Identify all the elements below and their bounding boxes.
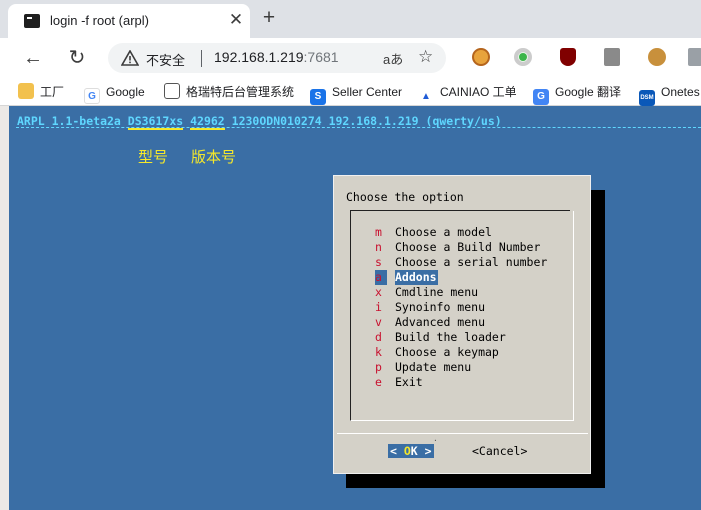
google-translate-icon: G (533, 89, 549, 105)
tampermonkey-extension-icon[interactable] (472, 48, 490, 66)
browser-tab[interactable]: login -f root (arpl) ✕ (8, 4, 250, 38)
annotation-build: 版本号 (191, 148, 237, 166)
bookmark-item[interactable]: DSM Onetes (639, 82, 700, 106)
bookmark-item[interactable]: S Seller Center (310, 82, 403, 105)
ok-hotkey: O (403, 444, 411, 458)
cainiao-icon: ▲ (418, 89, 434, 105)
terminal-icon (24, 14, 40, 28)
menu-item-hotkey: n (375, 240, 382, 254)
dsm-icon: DSM (639, 90, 655, 106)
ok-button[interactable]: < OK > (388, 444, 434, 458)
menu-item-hotkey: m (375, 225, 382, 239)
bookmark-item[interactable]: 格瑞特后台管理系统 (164, 82, 294, 102)
reload-button[interactable]: ↻ (64, 45, 90, 71)
back-button[interactable]: ← (20, 45, 46, 71)
scroll-indicator: . (433, 434, 438, 443)
folder-icon (18, 83, 34, 99)
button-divider (337, 433, 588, 434)
bookmarks-bar: 工厂 G Google 格瑞特后台管理系统 S Seller Center ▲ CAI… (0, 78, 701, 106)
annotation-model: 型号 (138, 148, 169, 166)
bookmark-label: Seller Center (332, 85, 403, 99)
menu-item-label: Choose a serial number (395, 255, 548, 269)
google-icon: G (84, 88, 100, 104)
not-secure-label[interactable]: 不安全 (146, 50, 185, 69)
menu-item-label: Advanced menu (395, 315, 486, 329)
address-bar[interactable]: 不安全 192.168.1.219:7681 aあ ☆ (108, 43, 446, 73)
bookmark-label: CAINIAO 工单 (440, 85, 517, 99)
bookmark-label: Onetes (661, 85, 700, 99)
menu-item-hotkey: a (375, 270, 387, 285)
url-text[interactable]: 192.168.1.219:7681 (214, 49, 339, 65)
menu-item-label: Exit (395, 375, 423, 389)
menu-item-hotkey: d (375, 330, 382, 344)
menu-box: m Choose a model n Choose a Build Number s Ch… (350, 211, 574, 443)
header-prefix: ARPL 1.1-beta2a (17, 114, 128, 128)
ok-rest: K (410, 444, 418, 458)
menu-item-hotkey: e (375, 375, 382, 389)
menu-item-label: Synoinfo menu (395, 300, 486, 314)
read-aloud-icon[interactable]: aあ (383, 49, 403, 68)
bookmark-label: Google (106, 85, 145, 99)
menu-item-label: Update menu (395, 360, 472, 374)
cancel-button[interactable]: <Cancel> (472, 444, 527, 458)
favorite-star-icon[interactable]: ☆ (418, 47, 433, 67)
menu-item-hotkey: i (375, 300, 382, 314)
menu-item-hotkey: x (375, 285, 382, 299)
bookmark-item[interactable]: 工厂 (18, 82, 64, 102)
warning-icon[interactable] (121, 50, 139, 66)
menu-item-hotkey: k (375, 345, 382, 359)
green-dot-extension-icon[interactable] (514, 48, 532, 66)
bookmark-label: 格瑞特后台管理系统 (186, 85, 295, 99)
document-icon (164, 83, 180, 99)
ublock-extension-icon[interactable] (560, 48, 576, 66)
menu-item-label: Choose a model (395, 225, 492, 239)
menu-item-label: Addons (395, 270, 438, 285)
url-host: 192.168.1.219 (214, 49, 304, 65)
terminal-header: ARPL 1.1-beta2a DS3617xs 42962 1230ODN01… (17, 114, 502, 130)
bookmark-item[interactable]: G Google (84, 82, 145, 104)
url-port: :7681 (303, 49, 339, 65)
menu-item-label: Cmdline menu (395, 285, 479, 299)
dialog-title: Choose the option (346, 190, 464, 204)
bookmark-label: Google 翻译 (555, 85, 622, 99)
cookie-extension-icon[interactable] (648, 48, 666, 66)
omnibox-divider (201, 50, 202, 67)
menu-item-hotkey: s (375, 255, 382, 269)
left-edge-strip (0, 106, 9, 510)
terminal-screen[interactable]: ARPL 1.1-beta2a DS3617xs 42962 1230ODN01… (0, 106, 701, 510)
bookmark-item[interactable]: ▲ CAINIAO 工单 (418, 82, 517, 105)
menu-item-label: Choose a keymap (395, 345, 499, 359)
header-divider (16, 127, 701, 128)
browser-toolbar: ← ↻ 不安全 192.168.1.219:7681 aあ ☆ (0, 38, 701, 78)
menu-item-hotkey: p (375, 360, 382, 374)
extensions-icon[interactable] (688, 48, 701, 66)
ok-open-bracket: < (390, 444, 404, 458)
menu-item-label: Build the loader (395, 330, 506, 344)
new-tab-button[interactable]: + (258, 6, 280, 30)
seller-center-icon: S (310, 89, 326, 105)
close-tab-icon[interactable]: ✕ (226, 10, 246, 30)
tab-title: login -f root (arpl) (50, 13, 149, 28)
bookmark-item[interactable]: G Google 翻译 (533, 82, 622, 105)
tab-strip: login -f root (arpl) ✕ + (0, 0, 701, 38)
menu-item-label: Choose a Build Number (395, 240, 541, 254)
ok-close-bracket: > (417, 444, 432, 458)
menu-item-hotkey: v (375, 315, 382, 329)
options-dialog: Choose the option m Choose a model n Choose… (333, 175, 591, 474)
bookmark-label: 工厂 (40, 85, 65, 99)
download-extension-icon[interactable] (604, 48, 620, 66)
header-suffix: 1230ODN010274 192.168.1.219 (qwerty/us) (224, 114, 502, 128)
